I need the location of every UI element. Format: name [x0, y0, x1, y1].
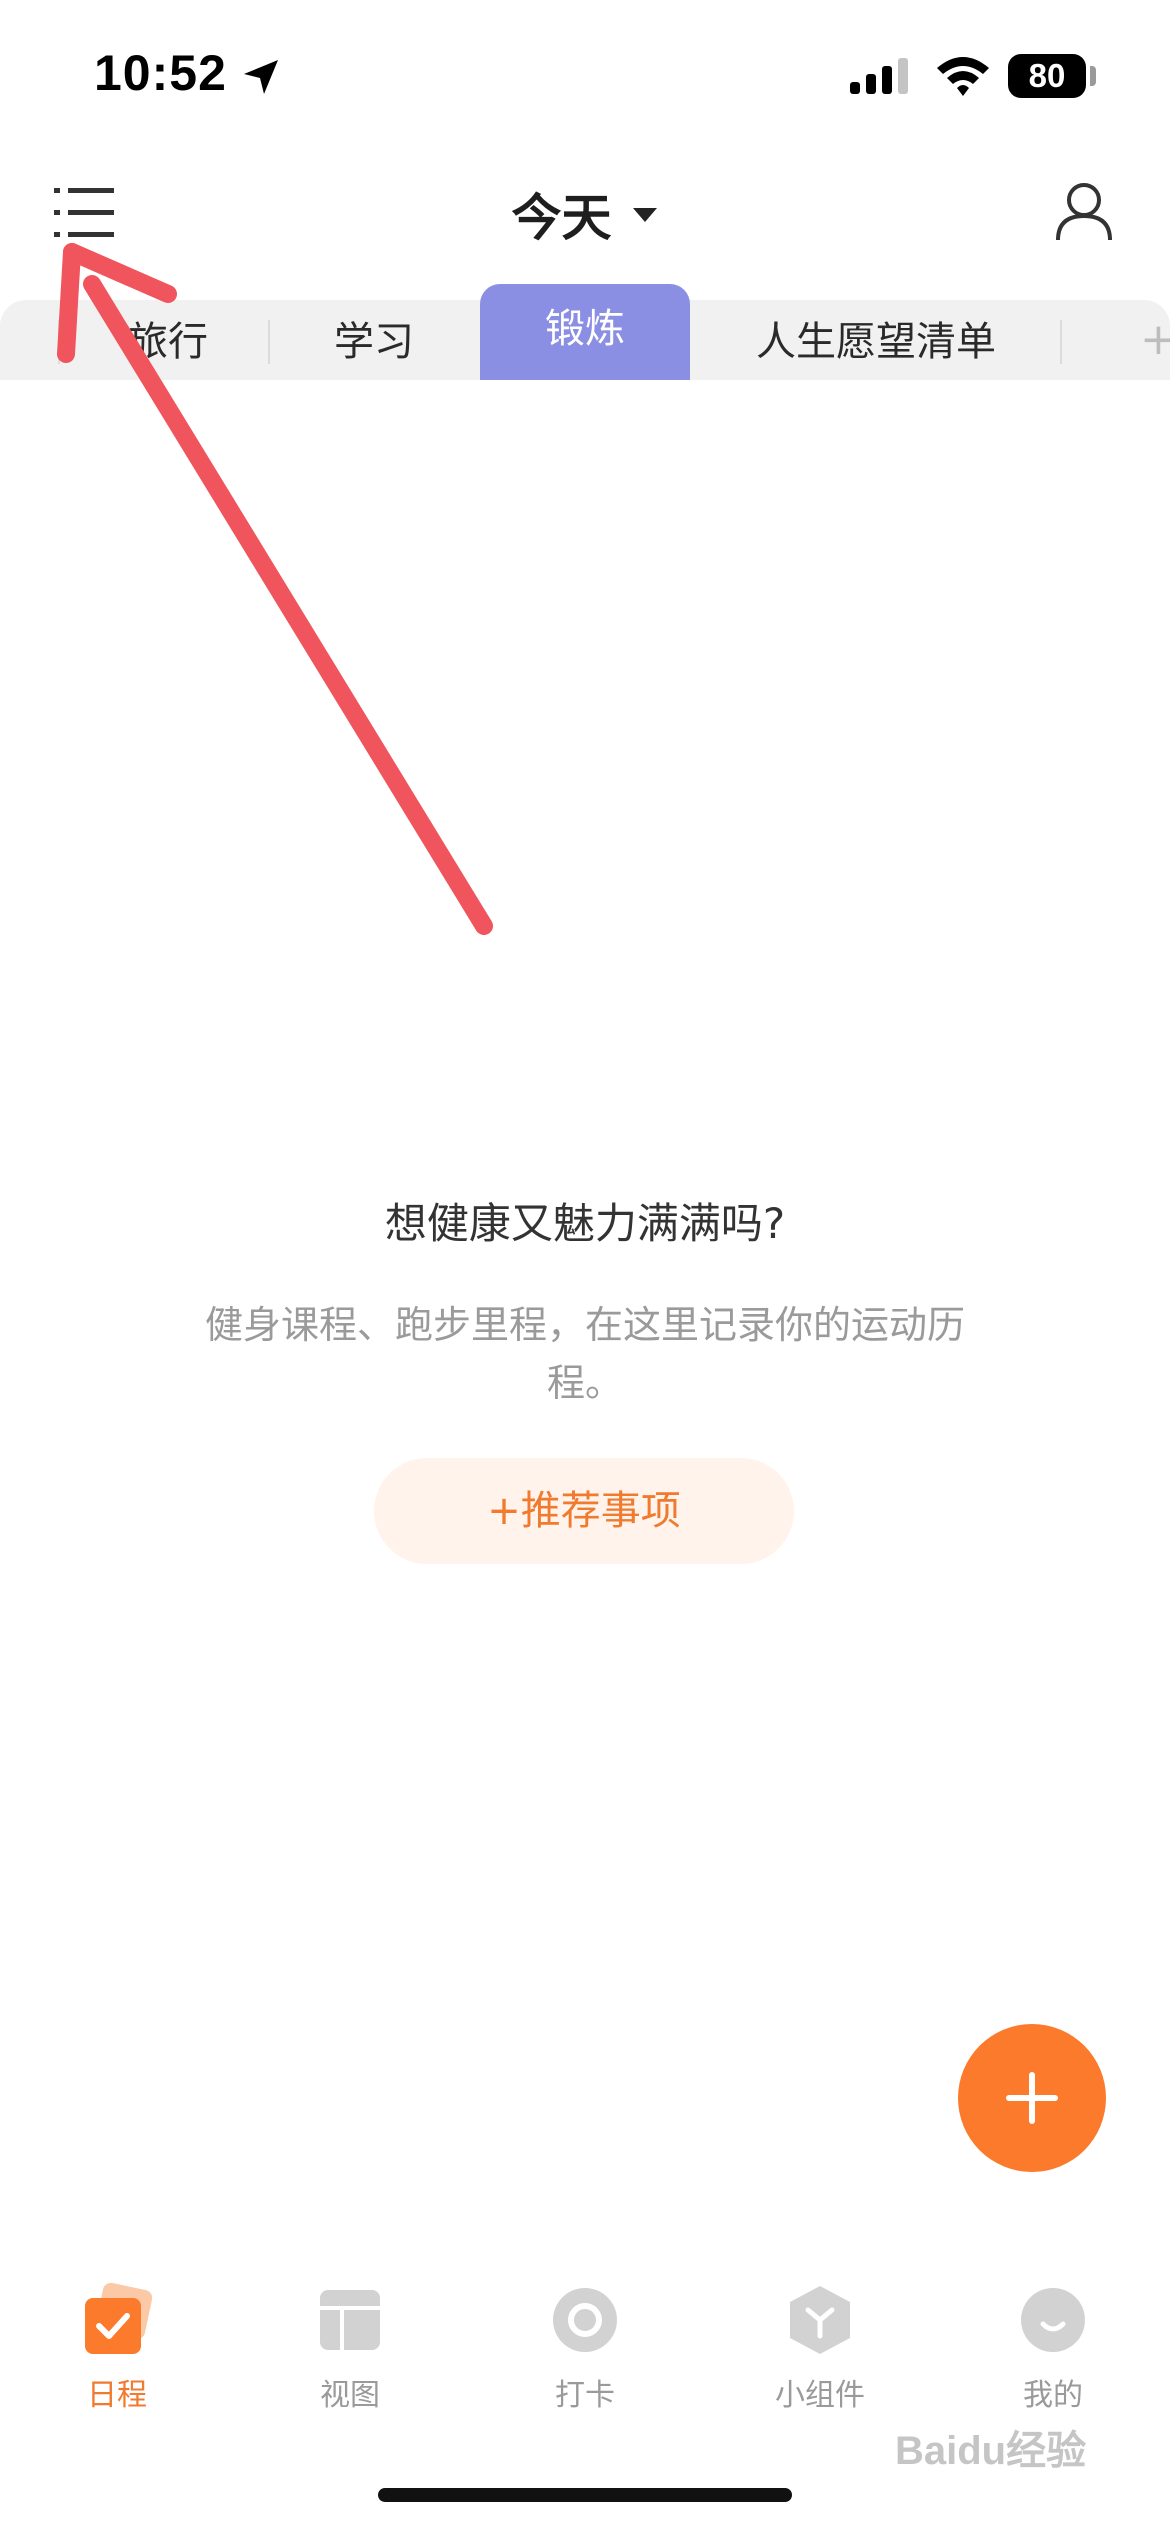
- widget-cube-icon: [790, 2286, 850, 2354]
- user-profile-icon[interactable]: [1054, 180, 1114, 242]
- wifi-icon: [937, 57, 989, 96]
- nav-checkin[interactable]: 打卡: [495, 2280, 675, 2414]
- schedule-check-icon: [85, 2282, 153, 2354]
- add-item-button[interactable]: [958, 2024, 1106, 2172]
- add-tab-button[interactable]: +: [1140, 318, 1170, 362]
- nav-label-widgets: 小组件: [775, 2378, 865, 2413]
- status-bar: 10:52 80: [0, 0, 1170, 150]
- checkin-ring-icon: [553, 2288, 617, 2352]
- nav-view[interactable]: 视图: [260, 2280, 440, 2414]
- tab-travel[interactable]: 旅行: [70, 300, 266, 380]
- title-dropdown[interactable]: 今天: [0, 178, 1170, 250]
- battery-cap: [1090, 66, 1096, 86]
- nav-label-checkin: 打卡: [555, 2378, 615, 2413]
- tab-separator: [1060, 320, 1062, 364]
- annotation-arrow-icon: [57, 243, 493, 935]
- nav-label-mine: 我的: [1023, 2378, 1083, 2413]
- empty-state-description: 健身课程、跑步里程，在这里记录你的运动历程。: [204, 1303, 965, 1405]
- nav-schedule[interactable]: 日程: [27, 2280, 207, 2414]
- watermark-logo: Baidu经验: [895, 2429, 1087, 2473]
- caret-down-icon: [632, 208, 657, 222]
- nav-label-schedule: 日程: [87, 2378, 147, 2413]
- tab-separator: [58, 320, 60, 364]
- bottom-navigation: 日程 视图 打卡 小组件 我的: [0, 2280, 1170, 2440]
- view-layout-icon: [320, 2290, 380, 2350]
- home-indicator[interactable]: [378, 2488, 792, 2502]
- nav-label-view: 视图: [320, 2378, 380, 2413]
- empty-state-title: 想健康又魅力满满吗?: [384, 1199, 786, 1248]
- status-time: 10:52: [94, 45, 227, 101]
- recommend-items-button[interactable]: +推荐事项: [374, 1458, 794, 1564]
- app-screen: 10:52 80 今天 旅行 学习 人生愿望清单 锻炼 + 想健康又魅力满满吗?…: [0, 0, 1170, 2532]
- tab-bucket-list[interactable]: 人生愿望清单: [692, 300, 1060, 380]
- nav-widgets[interactable]: 小组件: [730, 2280, 910, 2414]
- profile-face-icon: [1021, 2288, 1085, 2352]
- tab-study[interactable]: 学习: [270, 300, 478, 380]
- battery-indicator: 80: [1008, 54, 1086, 98]
- cellular-signal-icon: [850, 58, 908, 94]
- location-arrow-icon: [244, 60, 278, 94]
- plus-icon: [1006, 2072, 1058, 2124]
- page-title: 今天: [511, 189, 612, 247]
- nav-mine[interactable]: 我的: [963, 2280, 1143, 2414]
- tab-exercise[interactable]: 锻炼: [480, 284, 690, 380]
